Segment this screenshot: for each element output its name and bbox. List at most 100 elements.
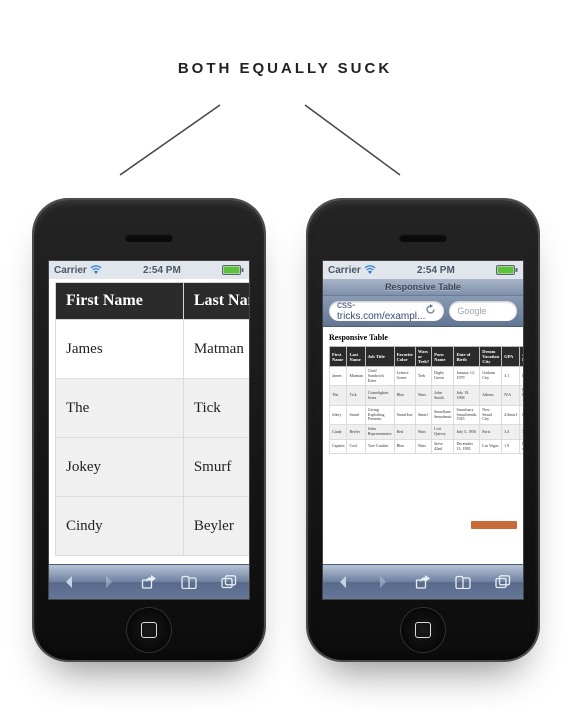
- cell: Tick: [183, 379, 249, 438]
- pages-icon[interactable]: [216, 571, 242, 593]
- cell: Chief Sandwich Eater: [365, 367, 394, 386]
- page-body: Responsive Table First NameLast NameJob …: [323, 327, 523, 460]
- col-header: Arbitrary Data: [520, 347, 523, 367]
- content-area[interactable]: First NameLast NameJob T JamesMatmanChie…: [49, 279, 249, 565]
- table-row: TheTickCrimef Sorta: [56, 379, 250, 438]
- browser-toolbar: [323, 564, 523, 599]
- cell: Sales Representative: [365, 425, 394, 440]
- page-title: BOTH EQUALLY SUCK: [0, 60, 570, 77]
- cell: Smurf: [347, 405, 365, 424]
- mini-data-table: First NameLast NameJob TitleFavorite Col…: [329, 346, 523, 454]
- phone-speaker: [399, 234, 447, 242]
- phone-device-left: Carrier 2:54 PM First NameLast NameJob T…: [34, 200, 264, 660]
- footer-badge: [471, 521, 517, 529]
- col-header: First Name: [56, 283, 184, 320]
- phone-screen: Carrier 2:54 PM Responsive Table css-tri: [322, 260, 524, 600]
- bookmarks-icon[interactable]: [450, 571, 476, 593]
- data-table: First NameLast NameJob T JamesMatmanChie…: [55, 282, 249, 556]
- cell: January 13, 1979: [454, 367, 480, 386]
- cell: Digby Green: [432, 367, 454, 386]
- address-bar: css-tricks.com/exampl... Google: [323, 296, 523, 327]
- col-header: Last Name: [183, 283, 249, 320]
- col-header: First Name: [330, 347, 347, 367]
- cell: Captain: [330, 439, 347, 454]
- cell: Smurfuary Smurfteenth, 1945: [454, 405, 480, 424]
- forward-icon[interactable]: [96, 571, 122, 593]
- table-row: JamesMatmanChief S Eater: [56, 320, 250, 379]
- cell: Matman: [183, 320, 249, 379]
- cell: RBX-12: [520, 367, 523, 386]
- status-bar: Carrier 2:54 PM: [49, 261, 249, 280]
- search-placeholder: Google: [457, 306, 486, 316]
- cell: New Smurf City: [480, 405, 502, 424]
- cell: 3.4: [502, 425, 520, 440]
- cell: James: [56, 320, 184, 379]
- cell: Jokey: [330, 405, 347, 424]
- table-row: JokeySmurfGiving Exploding PresentsSmurf…: [330, 405, 524, 424]
- cell: July 5, 1956: [454, 425, 480, 440]
- share-icon[interactable]: [136, 571, 162, 593]
- cell: Tick: [347, 386, 365, 405]
- col-header: Last Name: [347, 347, 365, 367]
- col-header: Wars or Trek?: [415, 347, 431, 367]
- cell: Blue: [394, 386, 415, 405]
- cell: Matman: [347, 367, 365, 386]
- battery-icon: [222, 265, 244, 275]
- back-icon[interactable]: [330, 571, 356, 593]
- cell: The: [56, 379, 184, 438]
- reload-icon[interactable]: [425, 304, 436, 318]
- table-row: CindyBeylerSales Repres: [56, 497, 250, 556]
- carrier-label: Carrier: [54, 265, 87, 276]
- url-text: css-tricks.com/exampl...: [337, 300, 425, 322]
- content-area[interactable]: Responsive Table css-tricks.com/exampl..…: [323, 279, 523, 565]
- cell: Smurf: [183, 438, 249, 497]
- cell: John Smith: [432, 386, 454, 405]
- cell: N/A: [502, 386, 520, 405]
- clock: 2:54 PM: [417, 265, 455, 276]
- cell: Giving Exploding Presents: [365, 405, 394, 424]
- cell: Beyler: [183, 497, 249, 556]
- browser-toolbar: [49, 564, 249, 599]
- col-header: Porn Name: [432, 347, 454, 367]
- table-row: JamesMatmanChief Sandwich EaterLettuce G…: [330, 367, 524, 386]
- cell: Smurf: [415, 405, 431, 424]
- search-input[interactable]: Google: [449, 301, 517, 321]
- col-header: GPA: [502, 347, 520, 367]
- share-icon[interactable]: [410, 571, 436, 593]
- phone-speaker: [125, 234, 173, 242]
- cell: 4.Smurf: [502, 405, 520, 424]
- nav-title: Responsive Table: [323, 279, 523, 296]
- cell: Beyler: [347, 425, 365, 440]
- home-button[interactable]: [127, 608, 171, 652]
- wifi-icon: [90, 265, 102, 275]
- cell: Smurflane Smurfmutt: [432, 405, 454, 424]
- pages-icon[interactable]: [490, 571, 516, 593]
- forward-icon[interactable]: [370, 571, 396, 593]
- cell: Jokey: [56, 438, 184, 497]
- cell: Wars: [415, 439, 431, 454]
- cell: Las Vegas: [480, 439, 502, 454]
- cell: Wars: [415, 425, 431, 440]
- url-field[interactable]: css-tricks.com/exampl...: [329, 301, 444, 321]
- cell: 3451: [520, 425, 523, 440]
- cell: Paris: [480, 425, 502, 440]
- cell: Lori Quivey: [432, 425, 454, 440]
- cell: Wars: [415, 386, 431, 405]
- cell: Steve 42nd: [432, 439, 454, 454]
- phone-device-right: Carrier 2:54 PM Responsive Table css-tri: [308, 200, 538, 660]
- cell: James: [330, 367, 347, 386]
- wifi-icon: [364, 265, 376, 275]
- page-heading: Responsive Table: [329, 333, 517, 342]
- carrier-label: Carrier: [328, 265, 361, 276]
- cell: 1.9: [502, 439, 520, 454]
- col-header: Favorite Color: [394, 347, 415, 367]
- back-icon[interactable]: [56, 571, 82, 593]
- cell: Smurflow: [394, 405, 415, 424]
- battery-icon: [496, 265, 518, 275]
- col-header: Date of Birth: [454, 347, 480, 367]
- bookmarks-icon[interactable]: [176, 571, 202, 593]
- cell: Tree Crusher: [365, 439, 394, 454]
- cell: December 13, 1982: [454, 439, 480, 454]
- home-button[interactable]: [401, 608, 445, 652]
- cell: Trek: [415, 367, 431, 386]
